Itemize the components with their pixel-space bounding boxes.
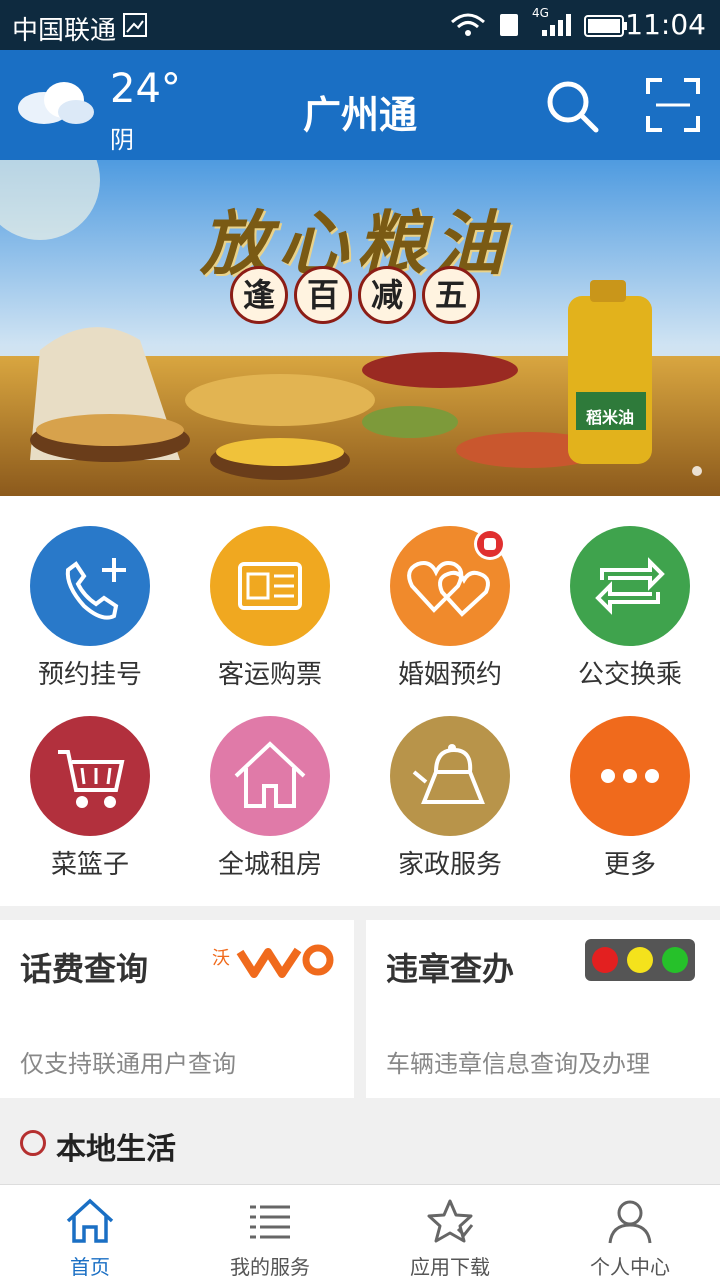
sim-icon (498, 12, 520, 45)
service-more[interactable]: 更多 (540, 716, 720, 881)
service-label: 预约挂号 (37, 660, 142, 690)
circle-bullet-icon (20, 1130, 46, 1156)
pager-dot[interactable] (692, 466, 702, 476)
traffic-light-icon (584, 938, 696, 986)
service-label: 客运购票 (217, 660, 322, 690)
ticket-icon (210, 526, 330, 646)
page-title: 广州通 (302, 93, 417, 137)
star-download-icon (427, 1199, 474, 1243)
hot-badge-icon (474, 528, 506, 560)
card-title: 违章查办 (386, 950, 515, 988)
cart-icon (30, 716, 150, 836)
violation-card[interactable]: 违章查办 车辆违章信息查询及办理 (366, 920, 720, 1098)
card-title: 话费查询 (20, 950, 149, 988)
phone-bill-card[interactable]: 话费查询 沃 仅支持联通用户查询 (0, 920, 354, 1098)
banner-char: 减 (358, 266, 416, 324)
banner-char: 百 (294, 266, 352, 324)
bottom-tab-bar: 首页 我的服务 应用下载 个人中心 (0, 1184, 720, 1281)
bottle-label: 稻米油 (586, 408, 635, 427)
app-header: 24° 阴 广州通 (0, 50, 720, 160)
service-rental[interactable]: 全城租房 (180, 716, 360, 881)
screenshot-icon (122, 12, 148, 45)
card-desc: 车辆违章信息查询及办理 (386, 1050, 650, 1078)
banner-char: 五 (422, 266, 480, 324)
tab-label: 首页 (70, 1255, 110, 1279)
service-label: 更多 (603, 850, 656, 880)
card-desc: 仅支持联通用户查询 (20, 1050, 236, 1078)
more-icon (570, 716, 690, 836)
service-grid: 预约挂号 客运购票 婚姻预约 公交换乘 菜篮子 全城租房 家政服务 更多 (0, 496, 720, 906)
service-label: 婚姻预约 (397, 660, 502, 690)
battery-icon (584, 14, 628, 44)
tab-app-download[interactable]: 应用下载 (360, 1185, 540, 1281)
signal-icon (540, 12, 572, 45)
service-label: 菜篮子 (50, 850, 129, 880)
info-cards: 话费查询 沃 仅支持联通用户查询 违章查办 车辆违章信息查询及办理 (0, 920, 720, 1098)
tab-my-services[interactable]: 我的服务 (180, 1185, 360, 1281)
home-icon (66, 1198, 114, 1243)
tab-profile[interactable]: 个人中心 (540, 1185, 720, 1281)
wifi-icon (450, 12, 486, 45)
clock: 11:04 (625, 8, 706, 41)
tab-label: 应用下载 (410, 1255, 490, 1279)
tab-home[interactable]: 首页 (0, 1185, 180, 1281)
service-grocery[interactable]: 菜篮子 (0, 716, 180, 881)
status-bar: 中国联通 4G 11:04 (0, 0, 720, 50)
hearts-icon (390, 526, 510, 646)
carrier-name: 中国联通 (12, 16, 117, 46)
search-icon[interactable] (544, 78, 600, 138)
tab-label: 个人中心 (590, 1255, 670, 1279)
tab-label: 我的服务 (230, 1255, 310, 1279)
kettle-icon (390, 716, 510, 836)
service-bus-transfer[interactable]: 公交换乘 (540, 526, 720, 691)
local-life-section: 本地生活 (0, 1100, 720, 1184)
service-ticket[interactable]: 客运购票 (180, 526, 360, 691)
logo-text: 沃 (212, 948, 230, 969)
section-title: 本地生活 (56, 1132, 176, 1167)
banner-pager (692, 461, 702, 480)
service-label: 家政服务 (397, 850, 502, 880)
banner-subtitle: 逢百减五 (230, 266, 490, 324)
list-icon (250, 1205, 290, 1239)
promo-banner[interactable]: 放心粮油 逢百减五 稻米油 (0, 160, 720, 496)
service-housekeeping[interactable]: 家政服务 (360, 716, 540, 881)
service-label: 全城租房 (217, 850, 322, 880)
phone-plus-icon (30, 526, 150, 646)
service-marriage[interactable]: 婚姻预约 (360, 526, 540, 691)
banner-char: 逢 (230, 266, 288, 324)
service-label: 公交换乘 (577, 660, 682, 690)
house-icon (210, 716, 330, 836)
service-appointment[interactable]: 预约挂号 (0, 526, 180, 691)
transfer-icon (570, 526, 690, 646)
person-icon (608, 1200, 652, 1244)
scan-icon[interactable] (646, 78, 700, 136)
